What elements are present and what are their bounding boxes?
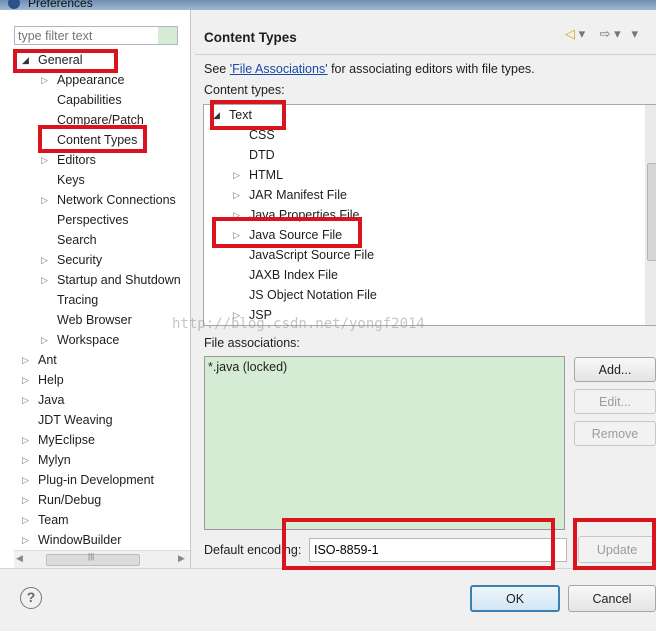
window-title-bar: Preferences xyxy=(0,0,656,10)
scrollbar-thumb[interactable] xyxy=(647,163,656,261)
content-type-item[interactable]: HTML xyxy=(249,165,283,185)
tree-item[interactable]: MyEclipse xyxy=(38,430,95,450)
window-title: Preferences xyxy=(28,0,93,10)
filter-clear-icon[interactable] xyxy=(158,27,177,44)
add-button[interactable]: Add... xyxy=(574,357,656,382)
back-arrow-icon[interactable]: ◁ xyxy=(565,26,575,41)
tree-horizontal-scrollbar[interactable]: ◀ ||| ▶ xyxy=(14,550,190,568)
expand-toggle-icon[interactable]: ▷ xyxy=(22,355,29,366)
expand-toggle-icon[interactable]: ▷ xyxy=(22,495,29,506)
scroll-right-icon[interactable]: ▶ xyxy=(178,553,185,564)
tree-item[interactable]: Mylyn xyxy=(38,450,71,470)
page-navigation: ◁ ▾ ⇨ ▾ ▾ xyxy=(565,26,638,42)
tree-item[interactable]: Startup and Shutdown xyxy=(57,270,181,290)
expand-toggle-icon[interactable]: ▷ xyxy=(41,255,48,266)
tree-item[interactable]: Plug-in Development xyxy=(38,470,154,490)
tree-item[interactable]: Appearance xyxy=(57,70,124,90)
file-associations-link[interactable]: 'File Associations' xyxy=(230,62,328,76)
hint-prefix: See xyxy=(204,62,230,76)
edit-button[interactable]: Edit... xyxy=(574,389,656,414)
tree-item[interactable]: Network Connections xyxy=(57,190,176,210)
content-type-item[interactable]: DTD xyxy=(249,145,275,165)
eclipse-app-icon xyxy=(8,0,20,9)
tree-item[interactable]: Ant xyxy=(38,350,57,370)
tree-item[interactable]: WindowBuilder xyxy=(38,530,121,550)
file-associations-label: File associations: xyxy=(204,336,300,350)
annotation-box-java-source-file xyxy=(212,217,362,248)
annotation-box-content-types xyxy=(38,125,147,153)
forward-menu-icon[interactable]: ▾ xyxy=(614,26,621,41)
expand-toggle-icon[interactable]: ▷ xyxy=(22,515,29,526)
content-type-item[interactable]: JS Object Notation File xyxy=(249,285,377,305)
filter-input[interactable] xyxy=(14,26,178,45)
view-menu-icon[interactable]: ▾ xyxy=(632,26,639,41)
page-title: Content Types xyxy=(204,30,297,45)
tree-item[interactable]: JDT Weaving xyxy=(38,410,113,430)
expand-toggle-icon[interactable]: ▷ xyxy=(41,275,48,286)
expand-toggle-icon[interactable]: ▷ xyxy=(22,535,29,546)
ok-button[interactable]: OK xyxy=(470,585,560,612)
remove-button[interactable]: Remove xyxy=(574,421,656,446)
expand-toggle-icon[interactable]: ▷ xyxy=(233,190,240,201)
tree-item[interactable]: Capabilities xyxy=(57,90,122,110)
content-types-scrollbar[interactable] xyxy=(645,105,656,325)
watermark: http://blog.csdn.net/yongf2014 xyxy=(172,316,425,332)
tree-item[interactable]: Web Browser xyxy=(57,310,132,330)
content-type-item[interactable]: JAR Manifest File xyxy=(249,185,347,205)
tree-item[interactable]: Team xyxy=(38,510,69,530)
help-icon[interactable]: ? xyxy=(20,587,42,609)
tree-item[interactable]: Perspectives xyxy=(57,210,129,230)
file-associations-hint: See 'File Associations' for associating … xyxy=(204,62,535,76)
content-type-item[interactable]: JAXB Index File xyxy=(249,265,338,285)
list-item[interactable]: *.java (locked) xyxy=(208,360,287,374)
tree-item[interactable]: Search xyxy=(57,230,97,250)
scroll-left-icon[interactable]: ◀ xyxy=(16,553,23,564)
tree-item[interactable]: Security xyxy=(57,250,102,270)
tree-item[interactable]: Workspace xyxy=(57,330,119,350)
expand-toggle-icon[interactable]: ▷ xyxy=(41,155,48,166)
scrollbar-grip-icon: ||| xyxy=(88,552,95,561)
annotation-box-general xyxy=(13,49,118,73)
expand-toggle-icon[interactable]: ▷ xyxy=(41,335,48,346)
annotation-box-update xyxy=(573,518,656,570)
expand-toggle-icon[interactable]: ▷ xyxy=(22,435,29,446)
header-divider xyxy=(195,54,656,55)
expand-toggle-icon[interactable]: ▷ xyxy=(22,475,29,486)
tree-item[interactable]: Keys xyxy=(57,170,85,190)
tree-item[interactable]: Editors xyxy=(57,150,96,170)
expand-toggle-icon[interactable]: ▷ xyxy=(22,395,29,406)
tree-item[interactable]: Tracing xyxy=(57,290,98,310)
tree-item[interactable]: Help xyxy=(38,370,64,390)
cancel-button[interactable]: Cancel xyxy=(568,585,656,612)
back-menu-icon[interactable]: ▾ xyxy=(579,26,586,41)
annotation-box-text xyxy=(210,100,286,130)
expand-toggle-icon[interactable]: ▷ xyxy=(233,170,240,181)
tree-item[interactable]: Run/Debug xyxy=(38,490,101,510)
expand-toggle-icon[interactable]: ▷ xyxy=(22,455,29,466)
content-type-item[interactable]: JavaScript Source File xyxy=(249,245,374,265)
content-types-label: Content types: xyxy=(204,83,285,97)
annotation-box-default-encoding xyxy=(282,518,555,570)
forward-arrow-icon[interactable]: ⇨ xyxy=(600,26,611,41)
expand-toggle-icon[interactable]: ▷ xyxy=(41,75,48,86)
expand-toggle-icon[interactable]: ▷ xyxy=(41,195,48,206)
file-associations-list[interactable] xyxy=(204,356,565,530)
expand-toggle-icon[interactable]: ▷ xyxy=(22,375,29,386)
hint-suffix: for associating editors with file types. xyxy=(327,62,535,76)
tree-item[interactable]: Java xyxy=(38,390,64,410)
